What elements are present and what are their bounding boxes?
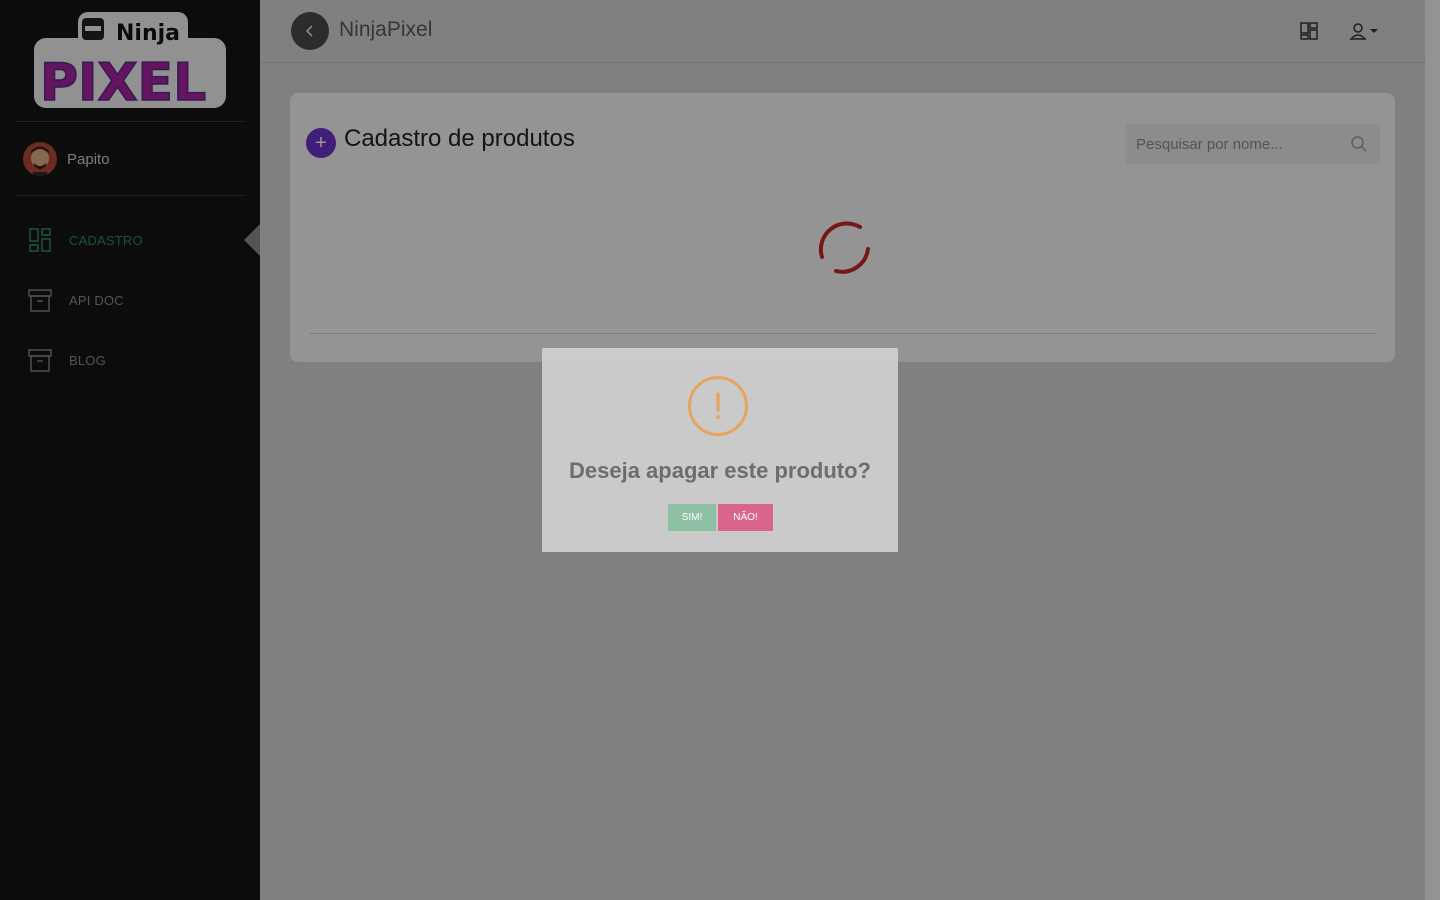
cancel-button[interactable]: NÃO! xyxy=(718,504,773,531)
confirm-button[interactable]: SIM! xyxy=(668,504,716,531)
dialog-title: Deseja apagar este produto? xyxy=(569,458,871,483)
warning-icon: ! xyxy=(688,376,748,436)
confirm-delete-dialog: ! Deseja apagar este produto? SIM! NÃO! xyxy=(542,348,898,552)
